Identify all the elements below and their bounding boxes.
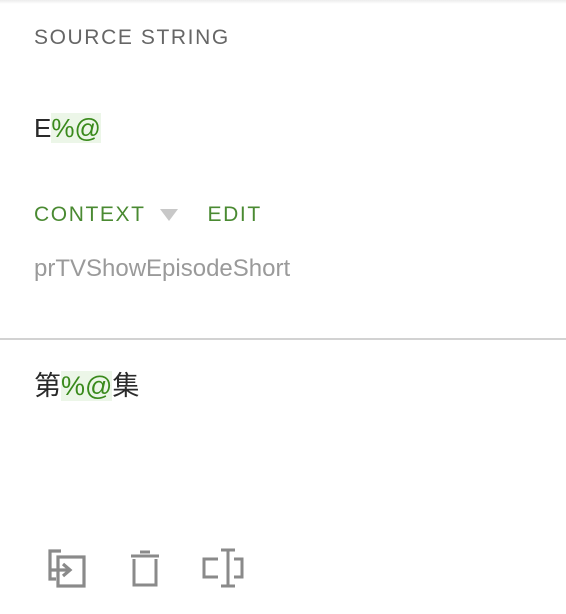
delete-icon [131,550,159,587]
copy-source-button[interactable] [46,545,88,591]
context-row: CONTEXT EDIT [34,202,262,228]
divider [0,338,566,340]
translation-text-prefix: 第 [34,371,61,401]
editor-toolbar [46,545,244,591]
context-toggle-label: CONTEXT [34,203,146,226]
text-cursor-button[interactable] [202,545,244,591]
context-toggle-button[interactable]: CONTEXT [34,203,178,227]
delete-button[interactable] [124,545,166,591]
translation-panel: SOURCE STRING E%@ CONTEXT EDIT prTVShowE… [0,0,566,614]
source-text-prefix: E [34,113,52,143]
source-string-heading: SOURCE STRING [34,26,230,49]
translation-text[interactable]: 第%@集 [34,369,139,403]
caret-down-icon [159,209,178,221]
context-value: prTVShowEpisodeShort [34,255,291,282]
translation-placeholder-token: %@ [61,371,113,401]
copy-source-icon [48,549,86,588]
source-string-text: E%@ [34,111,101,145]
text-cursor-icon [202,548,244,588]
edit-context-button[interactable]: EDIT [208,203,262,227]
top-shadow [0,0,566,4]
source-placeholder-token: %@ [51,113,101,143]
translation-text-suffix: 集 [112,371,140,401]
